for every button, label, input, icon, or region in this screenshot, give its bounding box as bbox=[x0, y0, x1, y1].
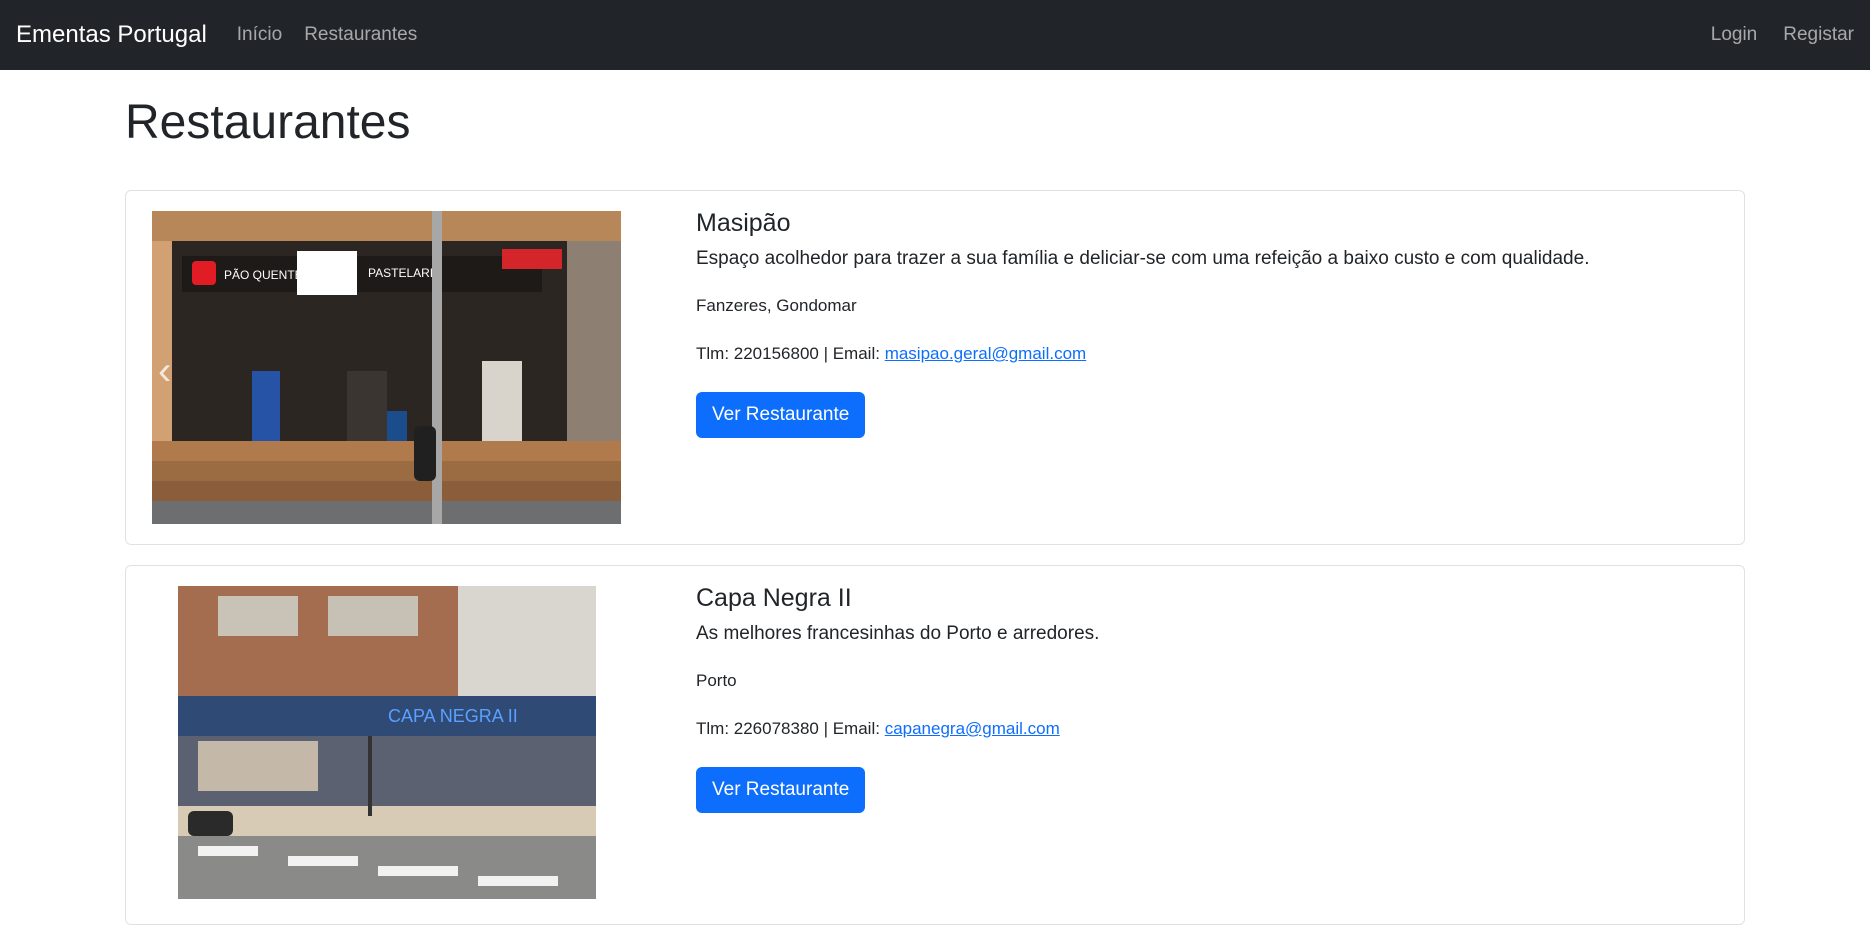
main-content: Restaurantes PÃO QUENTE PASTELARIA ‹ Mas… bbox=[125, 70, 1745, 925]
brand-link[interactable]: Ementas Portugal bbox=[16, 21, 207, 49]
navbar-left: Ementas Portugal Início Restaurantes bbox=[16, 21, 439, 49]
restaurant-photo: PÃO QUENTE PASTELARIA bbox=[152, 211, 621, 524]
restaurant-info: Masipão Espaço acolhedor para trazer a s… bbox=[696, 209, 1696, 438]
sign-text-capa-negra: CAPA NEGRA II bbox=[388, 706, 518, 726]
restaurant-contact: Tlm: 220156800 | Email: masipao.geral@gm… bbox=[696, 344, 1696, 364]
restaurant-email-link[interactable]: masipao.geral@gmail.com bbox=[885, 344, 1087, 363]
restaurant-name: Masipão bbox=[696, 209, 791, 237]
restaurant-info: Capa Negra II As melhores francesinhas d… bbox=[696, 584, 1696, 813]
restaurant-contact-phone: Tlm: 220156800 | Email: bbox=[696, 344, 885, 363]
restaurant-card-masipao: PÃO QUENTE PASTELARIA ‹ Masipão Espaço a… bbox=[125, 190, 1745, 545]
login-link[interactable]: Login bbox=[1711, 24, 1758, 46]
restaurant-email-link[interactable]: capanegra@gmail.com bbox=[885, 719, 1060, 738]
sign-text-pastelaria: PASTELARIA bbox=[368, 266, 441, 280]
nav-link-inicio[interactable]: Início bbox=[237, 24, 282, 46]
restaurant-photo: CAPA NEGRA II bbox=[178, 586, 596, 899]
view-restaurant-button[interactable]: Ver Restaurante bbox=[696, 767, 866, 813]
carousel-prev-icon[interactable]: ‹ bbox=[158, 349, 171, 394]
restaurant-photo-carousel[interactable]: CAPA NEGRA II bbox=[178, 586, 596, 899]
top-navbar: Ementas Portugal Início Restaurantes Log… bbox=[0, 0, 1870, 70]
restaurant-photo-carousel[interactable]: PÃO QUENTE PASTELARIA ‹ bbox=[152, 211, 621, 524]
nav-link-restaurantes[interactable]: Restaurantes bbox=[304, 24, 417, 46]
restaurant-contact: Tlm: 226078380 | Email: capanegra@gmail.… bbox=[696, 719, 1696, 739]
sign-text-pao-quente: PÃO QUENTE bbox=[224, 268, 303, 282]
view-restaurant-button[interactable]: Ver Restaurante bbox=[696, 392, 866, 438]
restaurant-location: Porto bbox=[696, 671, 737, 690]
restaurant-description: Espaço acolhedor para trazer a sua famíl… bbox=[696, 248, 1590, 269]
restaurant-description: As melhores francesinhas do Porto e arre… bbox=[696, 623, 1100, 644]
page-title: Restaurantes bbox=[125, 96, 411, 149]
register-link[interactable]: Registar bbox=[1783, 24, 1854, 46]
restaurant-contact-phone: Tlm: 226078380 | Email: bbox=[696, 719, 885, 738]
navbar-right: Login Registar bbox=[1685, 24, 1854, 46]
restaurant-name: Capa Negra II bbox=[696, 584, 852, 612]
restaurant-card-capa-negra: CAPA NEGRA II Capa Negra II As melhores … bbox=[125, 565, 1745, 925]
restaurant-location: Fanzeres, Gondomar bbox=[696, 296, 857, 315]
